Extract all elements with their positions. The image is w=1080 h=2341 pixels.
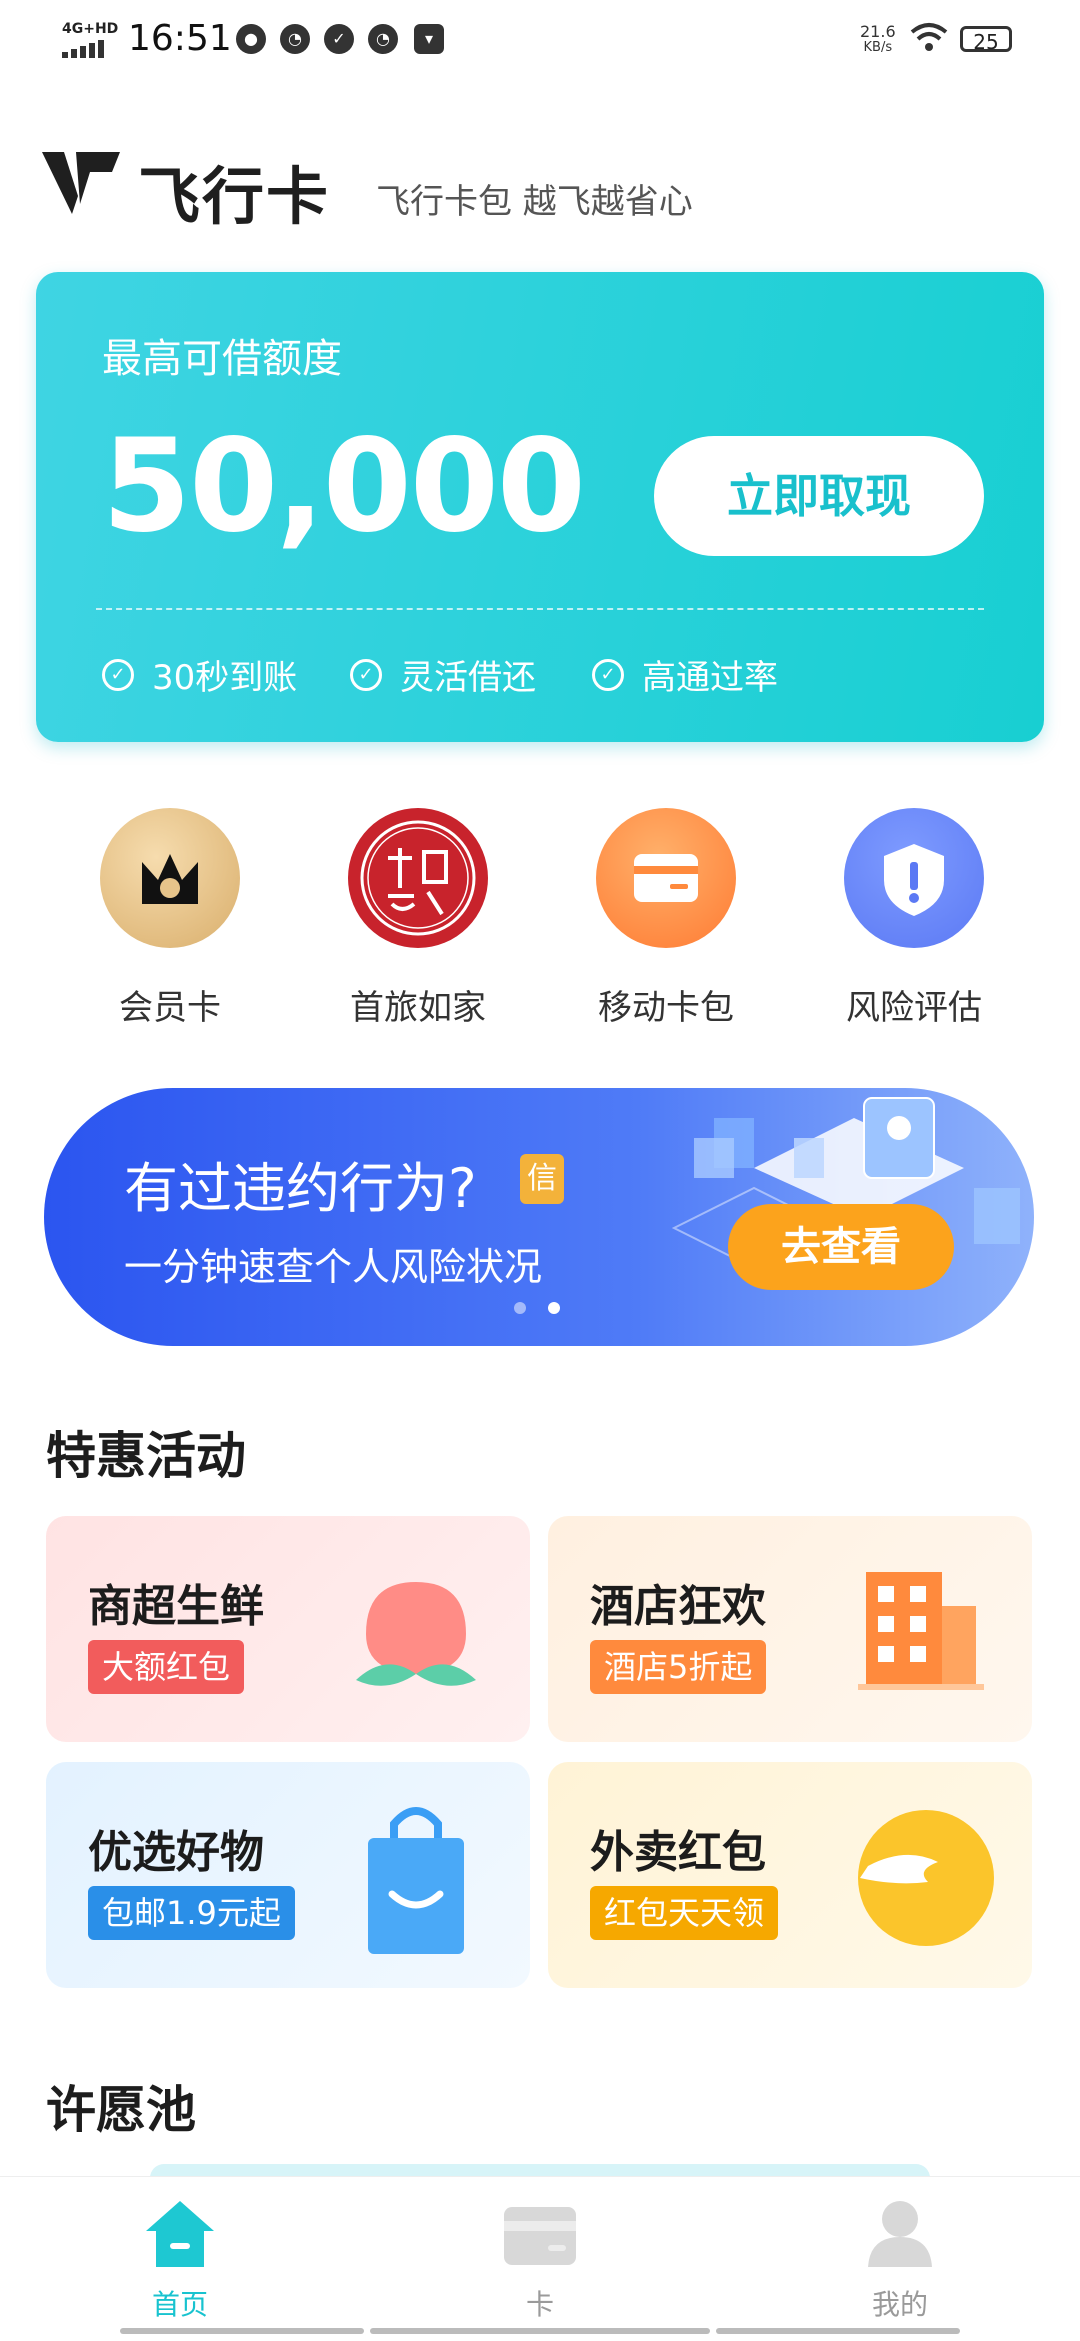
feature-item: ✓ 灵活借还 — [350, 650, 536, 699]
deal-title: 酒店狂欢 — [590, 1581, 766, 1632]
user-icon — [868, 2201, 932, 2267]
seal-icon — [360, 820, 476, 936]
quick-label: 移动卡包 — [598, 988, 734, 1028]
deal-card-goods[interactable]: 优选好物 包邮1.9元起 — [46, 1762, 530, 1988]
card-icon — [634, 854, 698, 902]
feature-item: ✓ 30秒到账 — [102, 650, 297, 699]
check-circle-icon: ✓ — [350, 658, 382, 691]
feature-label: 30秒到账 — [152, 658, 298, 698]
compass-notification-icon: ◔ — [280, 24, 310, 54]
deal-tag: 大额红包 — [88, 1640, 245, 1694]
signal-icon — [62, 40, 104, 58]
deal-card-takeout[interactable]: 外卖红包 红包天天领 — [548, 1762, 1032, 1988]
crown-icon — [142, 854, 198, 904]
banner-title: 有过违约行为? — [124, 1157, 477, 1220]
credit-limit-card: 最高可借额度 50,000 立即取现 ✓ 30秒到账 ✓ 灵活借还 ✓ 高通过率 — [36, 272, 1044, 742]
credit-limit-label: 最高可借额度 — [102, 336, 342, 382]
brand-name: 飞行卡 — [138, 160, 331, 233]
quick-label: 风险评估 — [846, 988, 982, 1028]
deal-tag: 红包天天领 — [590, 1886, 779, 1940]
bottom-nav: 首页 卡 我的 — [0, 2176, 1080, 2341]
deal-card-hotel[interactable]: 酒店狂欢 酒店5折起 — [548, 1516, 1032, 1742]
tab-home[interactable]: 首页 — [60, 2197, 300, 2323]
brand-slogan: 飞行卡包 越飞越省心 — [376, 182, 693, 222]
gesture-bar — [370, 2328, 710, 2334]
shield-icon — [884, 844, 944, 916]
check-circle-icon: ✓ — [592, 658, 624, 691]
tab-card[interactable]: 卡 — [420, 2197, 660, 2323]
wifi-icon — [910, 23, 948, 51]
deal-title: 优选好物 — [88, 1827, 264, 1878]
home-icon — [146, 2201, 214, 2267]
credit-limit-amount: 50,000 — [102, 412, 586, 561]
tab-label: 首页 — [151, 2288, 208, 2321]
gesture-bar — [716, 2328, 960, 2334]
feature-label: 灵活借还 — [400, 658, 536, 698]
message-notification-icon: ▾ — [414, 24, 444, 54]
withdraw-button[interactable]: 立即取现 — [654, 436, 984, 556]
battery-icon: 25 — [960, 26, 1012, 54]
feature-label: 高通过率 — [642, 658, 778, 698]
quick-label: 首旅如家 — [350, 988, 486, 1028]
peach-icon — [356, 1582, 476, 1686]
carousel-dot[interactable] — [514, 1302, 526, 1314]
deals-section-title: 特惠活动 — [46, 1427, 246, 1485]
network-type: 4G+HD — [62, 21, 119, 37]
deal-tag: 酒店5折起 — [590, 1640, 767, 1694]
risk-assessment-entry[interactable] — [844, 808, 984, 948]
banner-subtitle: 一分钟速查个人风险状况 — [124, 1245, 543, 1289]
chat-notification-icon: ● — [236, 24, 266, 54]
quick-label: 会员卡 — [119, 988, 221, 1028]
status-bar: 4G+HD 16:51 ● ◔ ✓ ◔ ▾ 21.6 KB/s 25 — [0, 0, 1080, 80]
carousel-dot-active[interactable] — [548, 1302, 560, 1314]
risk-check-banner[interactable]: 有过违约行为? 信 一分钟速查个人风险状况 去查看 — [44, 1088, 1034, 1346]
mobile-wallet-entry[interactable] — [596, 808, 736, 948]
compass-notification-icon-2: ◔ — [368, 24, 398, 54]
card-icon — [504, 2207, 576, 2265]
gesture-bar — [120, 2328, 364, 2334]
clock: 16:51 — [128, 18, 232, 59]
tab-mine[interactable]: 我的 — [780, 2197, 1020, 2323]
check-now-button[interactable]: 去查看 — [728, 1204, 954, 1290]
network-speed-value: 21.6 — [860, 22, 896, 41]
wishpool-section-title: 许愿池 — [46, 2081, 196, 2139]
delivery-icon — [858, 1810, 994, 1946]
network-speed: 21.6 KB/s — [860, 24, 896, 56]
deal-tag: 包邮1.9元起 — [88, 1886, 295, 1940]
divider — [96, 608, 984, 610]
credit-badge: 信 — [520, 1154, 564, 1204]
network-speed-unit: KB/s — [863, 40, 893, 55]
logo-icon — [42, 152, 120, 214]
deal-title: 商超生鲜 — [88, 1581, 264, 1632]
check-circle-icon: ✓ — [102, 658, 134, 691]
building-icon — [858, 1572, 984, 1690]
check-notification-icon: ✓ — [324, 24, 354, 54]
deal-title: 外卖红包 — [590, 1827, 766, 1878]
tab-label: 我的 — [871, 2288, 928, 2321]
deal-card-grocery[interactable]: 商超生鲜 大额红包 — [46, 1516, 530, 1742]
homeinns-entry[interactable] — [348, 808, 488, 948]
tab-label: 卡 — [525, 2288, 554, 2321]
member-card-entry[interactable] — [100, 808, 240, 948]
feature-item: ✓ 高通过率 — [592, 650, 778, 699]
shopping-bag-icon — [368, 1807, 464, 1954]
